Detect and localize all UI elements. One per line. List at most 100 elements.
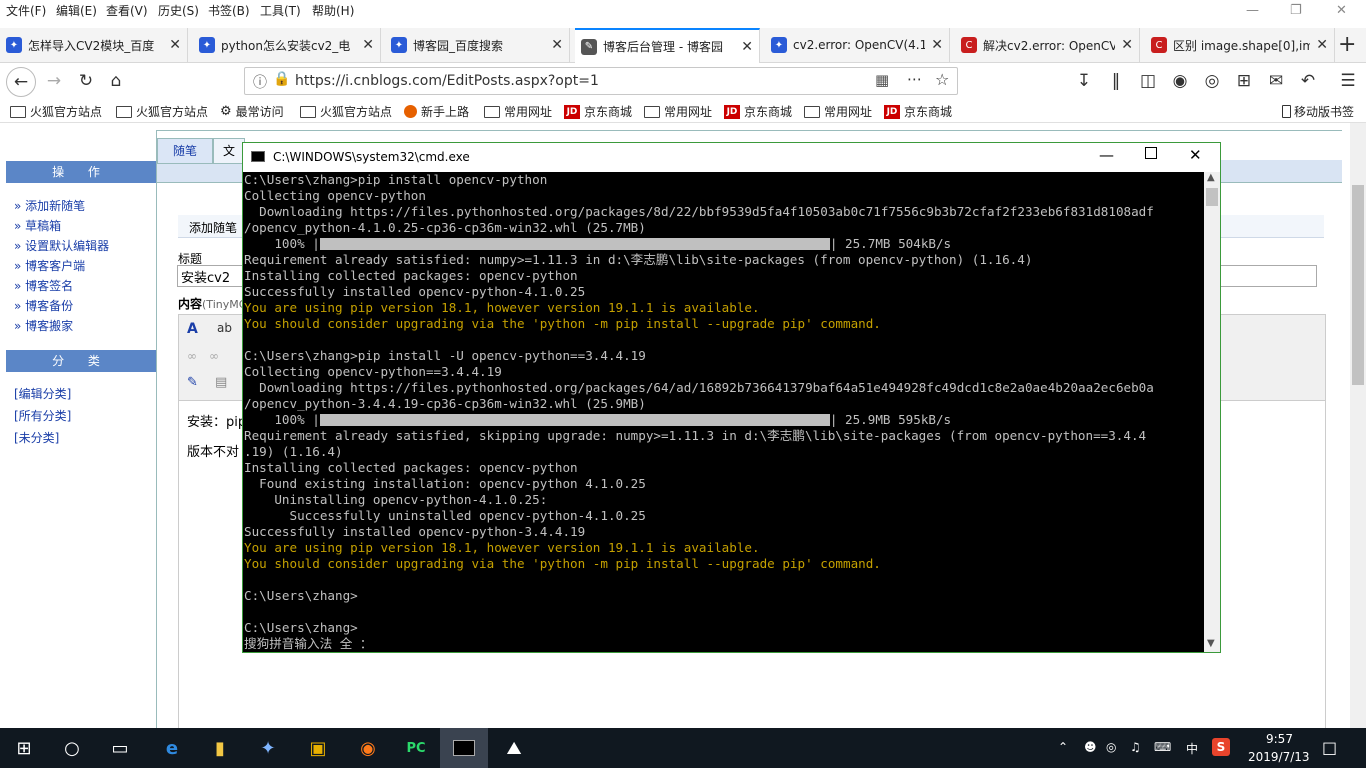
sticky-app-icon[interactable]: ▣ <box>294 728 342 768</box>
sogou-icon[interactable]: S <box>1212 738 1230 756</box>
address-bar[interactable]: ⓘ 🔒 https://i.cnblogs.com/EditPosts.aspx… <box>244 67 958 95</box>
category-link[interactable]: [未分类] <box>14 429 59 446</box>
notification-icon[interactable]: □ <box>1322 738 1337 757</box>
category-link[interactable]: [编辑分类] <box>14 385 71 402</box>
cmd-minimize-icon[interactable]: — <box>1099 146 1114 164</box>
category-link[interactable]: [所有分类] <box>14 407 71 424</box>
browser-tab[interactable]: ✦ cv2.error: OpenCV(4.1 ✕ <box>765 28 950 62</box>
sidebar-link[interactable]: » 博客客户端 <box>14 257 85 274</box>
hamburger-menu-icon[interactable]: ☰ <box>1336 69 1360 93</box>
sidebar-link[interactable]: » 博客签名 <box>14 277 73 294</box>
bookmark-item[interactable]: 火狐官方站点 <box>300 103 392 120</box>
browser-tab[interactable]: ✦ python怎么安装cv2_电 ✕ <box>193 28 381 62</box>
highlight-icon[interactable]: ab <box>217 321 232 335</box>
tray-chevron-icon[interactable]: ⌃ <box>1058 740 1068 754</box>
bookmark-item[interactable]: 火狐官方站点 <box>10 103 102 120</box>
bookmark-item[interactable]: ⚙ 最常访问 <box>220 103 284 120</box>
tab-close-icon[interactable]: ✕ <box>931 37 943 53</box>
cmd-scrollbar[interactable]: ▲ ▼ <box>1204 172 1220 652</box>
info-icon[interactable]: ⓘ <box>253 72 267 92</box>
menu-item[interactable]: 书签(B) <box>208 2 250 19</box>
menu-item[interactable]: 帮助(H) <box>312 2 354 19</box>
menu-item[interactable]: 查看(V) <box>106 2 148 19</box>
download-icon[interactable]: ↧ <box>1072 69 1096 93</box>
windows-start-icon[interactable]: ⊞ <box>0 728 48 768</box>
tab-close-icon[interactable]: ✕ <box>362 37 374 53</box>
edge-icon[interactable]: e <box>148 728 196 768</box>
screenshot-icon[interactable]: ⊞ <box>1232 69 1256 93</box>
link-icon[interactable]: ∞ <box>187 349 197 363</box>
cmd-titlebar[interactable]: C:\WINDOWS\system32\cmd.exe — ✕ <box>243 143 1220 172</box>
bookmark-item[interactable]: 常用网址 <box>484 103 552 120</box>
edit-icon[interactable]: ✎ <box>187 375 198 390</box>
task-view-icon[interactable]: ▭ <box>96 728 144 768</box>
sidebar-link[interactable]: » 设置默认编辑器 <box>14 237 109 254</box>
menu-item[interactable]: 编辑(E) <box>56 2 97 19</box>
cmd-console[interactable]: C:\Users\zhang>pip install opencv-python… <box>243 172 1204 652</box>
wifi-icon[interactable]: ◎ <box>1106 740 1116 754</box>
sync-icon[interactable]: ◎ <box>1200 69 1224 93</box>
bookmark-item[interactable]: 常用网址 <box>804 103 872 120</box>
unlink-icon[interactable]: ∞ <box>209 349 219 363</box>
scroll-down-icon[interactable]: ▼ <box>1207 638 1215 649</box>
file-explorer-icon[interactable]: ▮ <box>196 728 244 768</box>
cmd-maximize-icon[interactable] <box>1145 147 1157 159</box>
pycharm-icon[interactable]: PC <box>392 728 440 768</box>
new-tab-icon[interactable]: + <box>1338 32 1356 57</box>
minimize-icon[interactable]: — <box>1246 3 1259 18</box>
bookmark-item[interactable]: 新手上路 <box>404 103 469 120</box>
reload-icon[interactable]: ↻ <box>74 69 98 93</box>
tab-close-icon[interactable]: ✕ <box>1121 37 1133 53</box>
bird-app-icon[interactable]: ✦ <box>244 728 292 768</box>
tab-posts[interactable]: 随笔 <box>157 138 213 164</box>
cmd-taskbar-icon[interactable] <box>440 728 488 768</box>
bookmark-item[interactable]: JD 京东商城 <box>724 103 792 120</box>
clock-time[interactable]: 9:57 <box>1266 732 1293 746</box>
page-scroll-thumb[interactable] <box>1352 185 1364 385</box>
cmd-window[interactable]: C:\WINDOWS\system32\cmd.exe — ✕ C:\Users… <box>242 142 1221 653</box>
undo-icon[interactable]: ↶ <box>1296 69 1320 93</box>
browser-tab[interactable]: C 解决cv2.error: OpenCV ✕ <box>955 28 1140 62</box>
firefox-icon[interactable]: ◉ <box>344 728 392 768</box>
network-icon[interactable]: ☻ <box>1084 740 1097 754</box>
tab-close-icon[interactable]: ✕ <box>551 37 563 53</box>
chat-icon[interactable]: ✉ <box>1264 69 1288 93</box>
close-window-icon[interactable]: ✕ <box>1336 3 1347 18</box>
account-icon[interactable]: ◉ <box>1168 69 1192 93</box>
sidebar-link[interactable]: » 草稿箱 <box>14 217 61 234</box>
tab-close-icon[interactable]: ✕ <box>169 37 181 53</box>
scroll-up-icon[interactable]: ▲ <box>1207 172 1215 183</box>
browser-tab[interactable]: ✦ 怎样导入CV2模块_百度 ✕ <box>0 28 188 62</box>
keyboard-icon[interactable]: ⌨ <box>1154 740 1171 754</box>
volume-icon[interactable]: ♫ <box>1130 740 1141 754</box>
sidebar-link[interactable]: » 添加新随笔 <box>14 197 85 214</box>
forward-icon[interactable]: → <box>42 69 66 93</box>
clock-date[interactable]: 2019/7/13 <box>1248 750 1310 764</box>
bookmark-item[interactable]: JD 京东商城 <box>884 103 952 120</box>
tab-close-icon[interactable]: ✕ <box>741 39 753 55</box>
cmd-close-icon[interactable]: ✕ <box>1189 146 1202 164</box>
browser-tab[interactable]: ✦ 博客园_百度搜索 ✕ <box>385 28 570 62</box>
bookmark-item[interactable]: JD 京东商城 <box>564 103 632 120</box>
restore-icon[interactable]: ❐ <box>1290 3 1302 18</box>
font-color-icon[interactable]: A <box>187 321 198 337</box>
bookmark-star-icon[interactable]: ☆ <box>935 70 949 89</box>
photos-icon[interactable]: ⛰ <box>490 728 538 768</box>
menu-item[interactable]: 历史(S) <box>158 2 199 19</box>
ime-indicator[interactable]: 中 <box>1186 740 1198 757</box>
search-icon[interactable]: ○ <box>48 728 96 768</box>
mobile-bookmarks[interactable]: 移动版书签 <box>1282 103 1354 120</box>
qr-code-icon[interactable]: ▦ <box>875 71 889 89</box>
table-icon[interactable]: ▤ <box>215 375 227 390</box>
page-actions-icon[interactable]: ⋯ <box>907 70 922 88</box>
browser-tab[interactable]: ✎ 博客后台管理 - 博客园 ✕ <box>575 28 760 63</box>
menu-item[interactable]: 工具(T) <box>260 2 301 19</box>
back-icon[interactable]: ← <box>6 67 36 97</box>
menu-item[interactable]: 文件(F) <box>6 2 46 19</box>
browser-tab[interactable]: C 区别 image.shape[0],im ✕ <box>1145 28 1335 62</box>
sidebar-link[interactable]: » 博客备份 <box>14 297 73 314</box>
cmd-scroll-thumb[interactable] <box>1206 188 1218 206</box>
sidebar-toggle-icon[interactable]: ◫ <box>1136 69 1160 93</box>
tab-close-icon[interactable]: ✕ <box>1316 37 1328 53</box>
sidebar-link[interactable]: » 博客搬家 <box>14 317 73 334</box>
